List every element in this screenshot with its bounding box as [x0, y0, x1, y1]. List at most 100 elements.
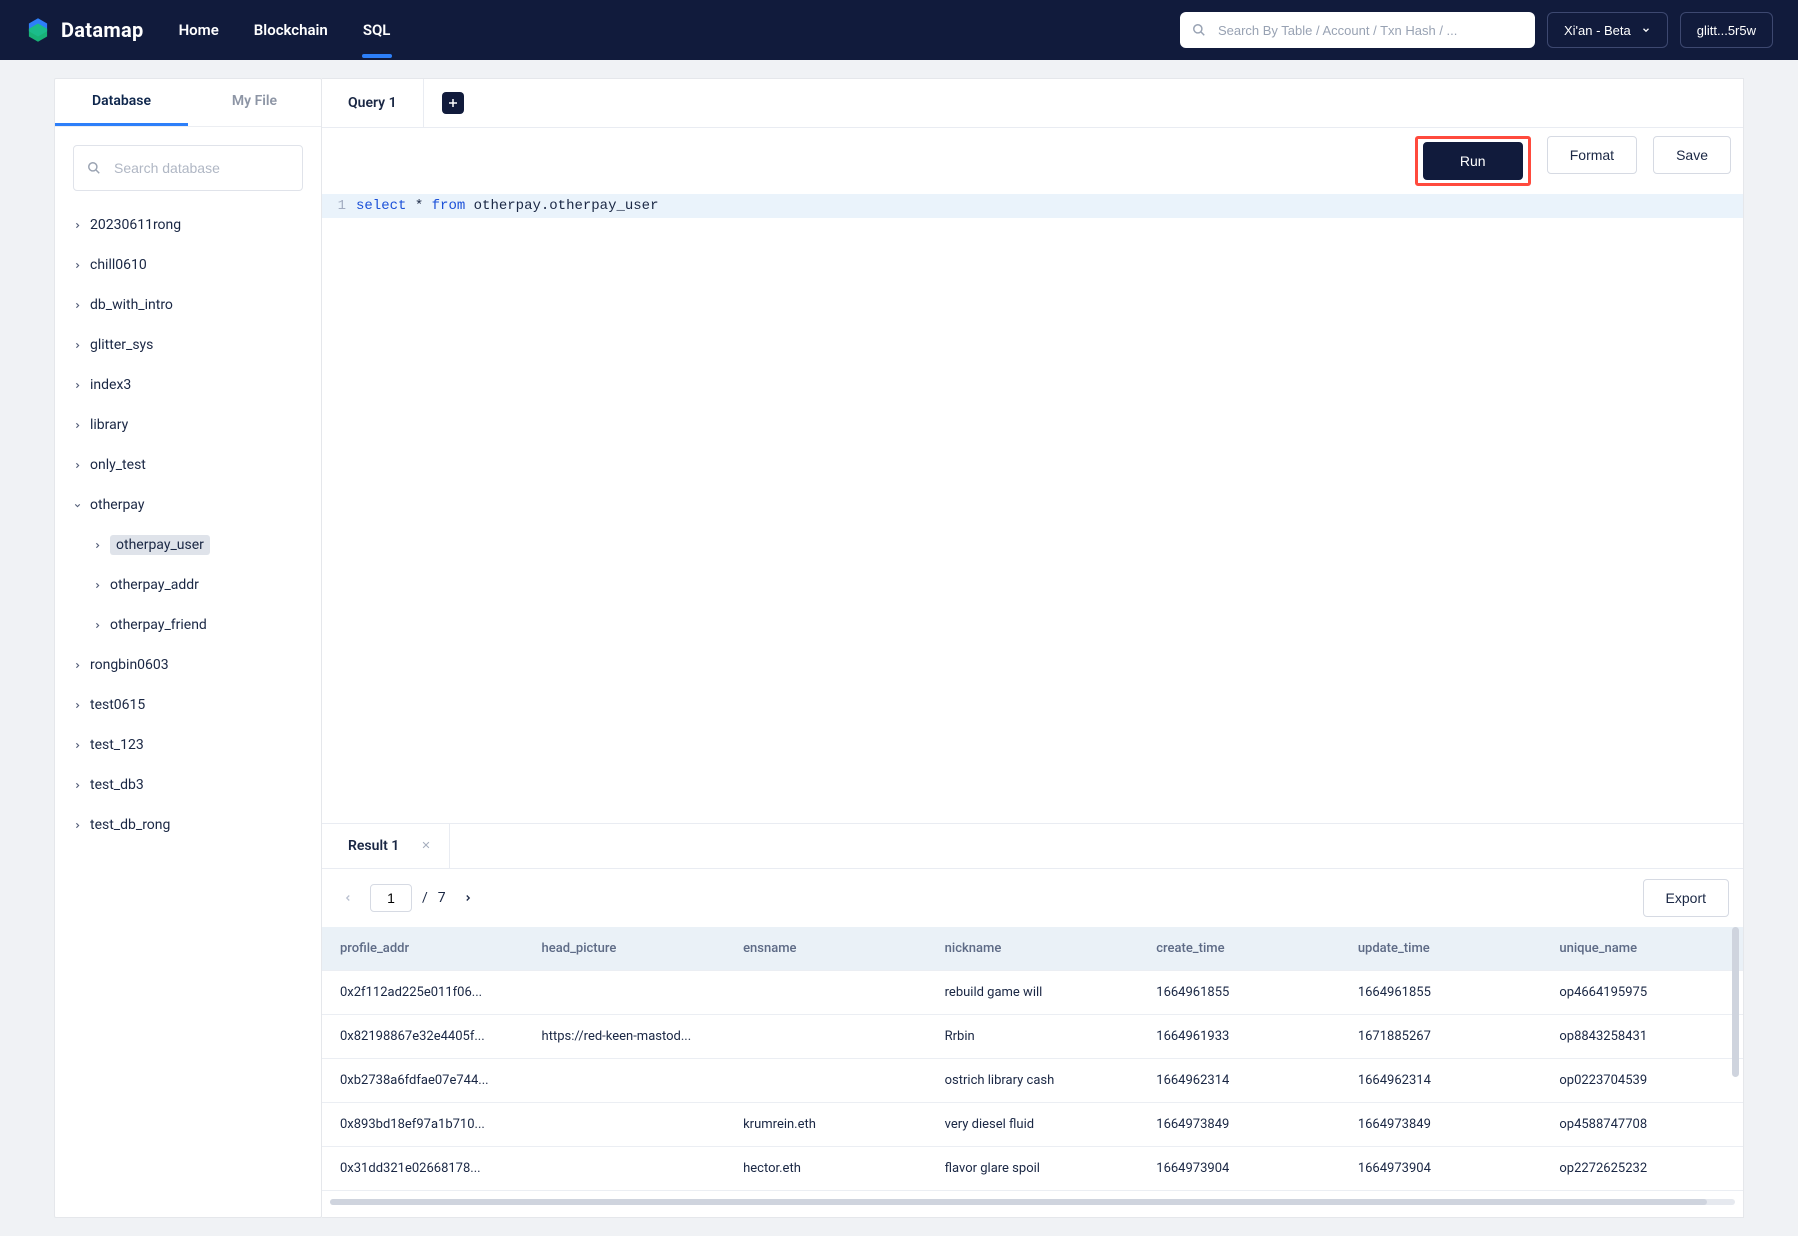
global-search-input[interactable]: [1180, 12, 1535, 48]
sidebar-panel: Database My File 20230611rong chill0610db…: [54, 78, 322, 1218]
chevron-right-icon: [73, 261, 82, 270]
cell-head_picture: [524, 1147, 726, 1191]
table-item-label: otherpay_friend: [110, 615, 207, 635]
col-header-nickname[interactable]: nickname: [927, 927, 1139, 971]
table-item-otherpay_addr[interactable]: otherpay_addr: [93, 565, 321, 605]
cell-create_time: 1664962314: [1138, 1059, 1340, 1103]
db-item-glitter_sys[interactable]: glitter_sys: [55, 325, 321, 365]
db-item-label: 20230611rong: [90, 215, 181, 235]
db-item-library[interactable]: library: [55, 405, 321, 445]
db-item-test_123[interactable]: test_123: [55, 725, 321, 765]
sql-editor[interactable]: 1 select * from otherpay.otherpay_user: [322, 194, 1743, 218]
db-item-index3[interactable]: index3: [55, 365, 321, 405]
cell-unique_name: op4588747708: [1541, 1103, 1743, 1147]
db-item-otherpay[interactable]: otherpay: [55, 485, 321, 525]
nav-sql[interactable]: SQL: [363, 21, 391, 39]
table-body: 0x2f112ad225e011f06...rebuild game will1…: [322, 971, 1743, 1191]
table-row[interactable]: 0xb2738a6fdfae07e744...ostrich library c…: [322, 1059, 1743, 1103]
cell-create_time: 1664973904: [1138, 1147, 1340, 1191]
nav-blockchain[interactable]: Blockchain: [254, 21, 328, 39]
cell-profile_addr: 0x82198867e32e4405f...: [322, 1015, 524, 1059]
result-tab-row: Result 1: [322, 823, 1743, 869]
cell-profile_addr: 0x2f112ad225e011f06...: [322, 971, 524, 1015]
table-row[interactable]: 0x31dd321e02668178...hector.ethflavor gl…: [322, 1147, 1743, 1191]
global-search-wrap: [1180, 12, 1535, 48]
brand: Datamap: [25, 17, 144, 43]
db-item-label: test_db3: [90, 775, 144, 795]
chevron-right-icon: [73, 701, 82, 710]
cell-ensname: [725, 1059, 927, 1103]
cell-head_picture: [524, 1103, 726, 1147]
region-select[interactable]: Xi'an - Beta: [1547, 12, 1668, 48]
add-query-tab-button[interactable]: [442, 92, 464, 114]
query-tab-1[interactable]: Query 1: [322, 79, 424, 127]
run-highlight: Run: [1415, 136, 1531, 186]
editor-fill: [322, 218, 1743, 823]
run-button[interactable]: Run: [1423, 142, 1523, 180]
cell-create_time: 1664961933: [1138, 1015, 1340, 1059]
col-header-unique_name[interactable]: unique_name: [1541, 927, 1743, 971]
db-item-only_test[interactable]: only_test: [55, 445, 321, 485]
col-header-profile_addr[interactable]: profile_addr: [322, 927, 524, 971]
db-tree: 20230611rong chill0610db_with_introglitte…: [55, 199, 321, 845]
cell-head_picture: [524, 1059, 726, 1103]
db-item-test_db3[interactable]: test_db3: [55, 765, 321, 805]
cell-ensname: [725, 971, 927, 1015]
db-item-chill0610[interactable]: chill0610: [55, 245, 321, 285]
table-row[interactable]: 0x2f112ad225e011f06...rebuild game will1…: [322, 971, 1743, 1015]
cell-create_time: 1664961855: [1138, 971, 1340, 1015]
db-item-label: test_123: [90, 735, 144, 755]
save-button[interactable]: Save: [1653, 136, 1731, 174]
region-label: Xi'an - Beta: [1564, 23, 1631, 38]
vertical-scrollbar[interactable]: [1732, 927, 1739, 1077]
horizontal-scrollbar[interactable]: [330, 1195, 1735, 1209]
db-item-label: only_test: [90, 455, 146, 475]
db-item-rongbin0603[interactable]: rongbin0603: [55, 645, 321, 685]
pager-prev[interactable]: [336, 886, 360, 910]
cell-profile_addr: 0x31dd321e02668178...: [322, 1147, 524, 1191]
sql-keyword: select: [356, 198, 406, 214]
db-item-test_db_rong[interactable]: test_db_rong: [55, 805, 321, 845]
col-header-update_time[interactable]: update_time: [1340, 927, 1542, 971]
format-button[interactable]: Format: [1547, 136, 1637, 174]
tab-myfile[interactable]: My File: [188, 79, 321, 126]
table-item-otherpay_user[interactable]: otherpay_user: [93, 525, 321, 565]
account-button[interactable]: glitt...5r5w: [1680, 12, 1773, 48]
col-header-create_time[interactable]: create_time: [1138, 927, 1340, 971]
cell-nickname: ostrich library cash: [927, 1059, 1139, 1103]
col-header-ensname[interactable]: ensname: [725, 927, 927, 971]
cell-update_time: 1671885267: [1340, 1015, 1542, 1059]
table-item-otherpay_friend[interactable]: otherpay_friend: [93, 605, 321, 645]
db-item-20230611rong[interactable]: 20230611rong: [55, 205, 321, 245]
chevron-right-icon: [93, 581, 102, 590]
cell-unique_name: op8843258431: [1541, 1015, 1743, 1059]
export-button[interactable]: Export: [1643, 879, 1729, 917]
result-tab-1[interactable]: Result 1: [322, 824, 450, 868]
sidebar-search-wrap: [55, 127, 321, 199]
db-item-label: test_db_rong: [90, 815, 170, 835]
col-header-head_picture[interactable]: head_picture: [524, 927, 726, 971]
result-tab-label: Result 1: [348, 838, 399, 854]
sidebar-search-input[interactable]: [73, 145, 303, 191]
close-icon: [421, 840, 431, 850]
table-row[interactable]: 0x893bd18ef97a1b710...krumrein.ethvery d…: [322, 1103, 1743, 1147]
db-item-db_with_intro[interactable]: db_with_intro: [55, 285, 321, 325]
cell-unique_name: op4664195975: [1541, 971, 1743, 1015]
chevron-left-icon: [343, 893, 353, 903]
cell-update_time: 1664961855: [1340, 971, 1542, 1015]
scroll-thumb[interactable]: [330, 1199, 1707, 1205]
table-row[interactable]: 0x82198867e32e4405f...https://red-keen-m…: [322, 1015, 1743, 1059]
account-label: glitt...5r5w: [1697, 23, 1756, 38]
db-item-test0615[interactable]: test0615: [55, 685, 321, 725]
query-tab-row: Query 1: [322, 79, 1743, 128]
db-item-label: test0615: [90, 695, 145, 715]
cell-ensname: hector.eth: [725, 1147, 927, 1191]
close-result-tab[interactable]: [421, 838, 431, 854]
page-input[interactable]: [370, 884, 412, 912]
db-item-label: rongbin0603: [90, 655, 169, 675]
chevron-right-icon: [73, 381, 82, 390]
chevron-right-icon: [463, 893, 473, 903]
nav-home[interactable]: Home: [179, 21, 219, 39]
tab-database[interactable]: Database: [55, 79, 188, 126]
pager-next[interactable]: [456, 886, 480, 910]
